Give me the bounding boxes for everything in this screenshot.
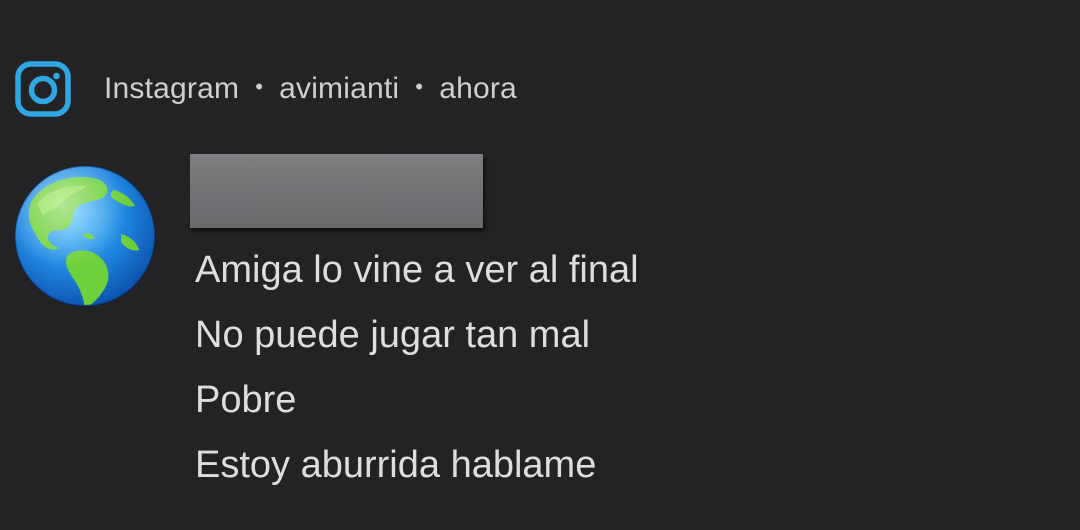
account-name: avimianti xyxy=(279,72,400,105)
sender-name-redacted xyxy=(190,154,483,228)
message-list: Amiga lo vine a ver al final No puede ju… xyxy=(195,238,639,498)
instagram-notification[interactable]: Instagram • avimianti • ahora Amiga lo v… xyxy=(0,0,1080,530)
globe-americas-icon xyxy=(14,165,156,307)
notification-meta: Instagram • avimianti • ahora xyxy=(104,72,517,106)
separator-dot: • xyxy=(415,74,424,99)
message-text: Estoy aburrida hablame xyxy=(195,444,597,486)
timestamp: ahora xyxy=(439,72,517,105)
notification-header: Instagram • avimianti • ahora xyxy=(14,60,517,118)
message-text: No puede jugar tan mal xyxy=(195,314,591,356)
message-text: Amiga lo vine a ver al final xyxy=(195,249,639,291)
message-text: Pobre xyxy=(195,379,297,421)
instagram-icon xyxy=(15,61,71,117)
separator-dot: • xyxy=(255,74,264,99)
app-name: Instagram xyxy=(104,72,240,105)
